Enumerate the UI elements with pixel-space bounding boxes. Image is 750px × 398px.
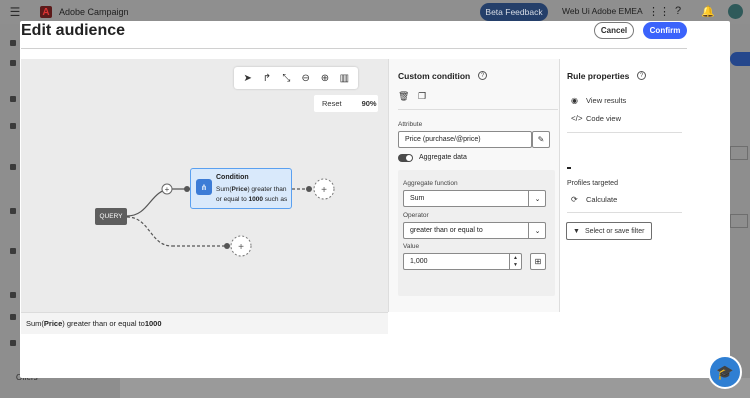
aggregate-data-label: Aggregate data [419, 154, 467, 161]
duplicate-icon[interactable]: ❐ [418, 91, 426, 102]
chevron-down-icon[interactable]: ⌄ [528, 222, 546, 239]
adobe-logo: A [40, 6, 52, 18]
calculate-link[interactable]: ⟳ Calculate [571, 195, 617, 204]
aggregate-function-label: Aggregate function [403, 180, 458, 187]
zoom-in-icon[interactable]: ⊕ [317, 70, 333, 86]
hamburger-menu-icon[interactable]: ☰ [6, 3, 24, 21]
rule-properties-title: Rule properties [567, 71, 630, 81]
help-circle-icon[interactable]: ? [637, 71, 646, 80]
apps-grid-icon[interactable]: ⋮⋮ [648, 5, 670, 18]
help-icon[interactable]: ? [675, 5, 681, 17]
custom-condition-title: Custom condition [398, 71, 471, 81]
zoom-out-icon[interactable]: ⊖ [298, 70, 314, 86]
confirm-button[interactable]: Confirm [643, 22, 687, 39]
rule-divider [567, 212, 682, 213]
org-switcher[interactable]: Web Ui Adobe EMEA [562, 6, 643, 16]
zoom-level: 90% [361, 99, 377, 108]
modal-title: Edit audience [21, 22, 126, 39]
query-node[interactable]: QUERY [95, 208, 127, 225]
canvas-toolbar: ➤ ↱ ⤡ ⊖ ⊕ ▥ [234, 67, 358, 89]
app-title: Adobe Campaign [59, 7, 129, 17]
profiles-targeted-label: Profiles targeted [567, 180, 618, 187]
help-circle-icon[interactable]: ? [478, 71, 487, 80]
profiles-count [567, 167, 571, 169]
chevron-down-icon[interactable]: ⌄ [528, 190, 546, 207]
collapse-icon[interactable]: ⤡ [278, 70, 294, 86]
select-or-save-filter-button[interactable]: ▼ Select or save filter [566, 222, 652, 240]
eye-icon: ◉ [571, 96, 578, 105]
attribute-field[interactable]: Price (purchase/@price) [398, 131, 532, 148]
background-right-edge [730, 52, 750, 392]
condition-node[interactable]: ⋔ Condition Sum(Price) greater than or e… [190, 168, 292, 209]
header-divider [21, 48, 687, 49]
zoom-control: Reset 90% [314, 95, 378, 112]
refresh-icon: ⟳ [571, 195, 578, 204]
edit-attribute-icon[interactable]: ✎ [532, 131, 550, 148]
aggregate-function-select[interactable]: Sum [403, 190, 546, 207]
value-label: Value [403, 243, 420, 250]
panel-divider [398, 109, 558, 110]
code-view-link[interactable]: </> Code view [571, 114, 621, 123]
minimap-icon[interactable]: ▥ [336, 70, 352, 86]
value-input[interactable]: 1,000 [403, 253, 522, 270]
aggregate-data-toggle[interactable] [398, 154, 413, 162]
operator-select[interactable]: greater than or equal to [403, 222, 546, 239]
bell-icon[interactable]: 🔔 [701, 5, 715, 18]
query-summary: Sum(Price) greater than or equal to 1000 [21, 312, 388, 334]
cancel-button[interactable]: Cancel [594, 22, 634, 39]
trash-icon[interactable]: 🗑 [398, 91, 409, 102]
view-results-link[interactable]: ◉ View results [571, 96, 626, 105]
background-bottom-strip [0, 378, 750, 398]
attribute-label: Attribute [398, 121, 423, 128]
learn-graduation-cap-icon[interactable]: 🎓 [708, 355, 742, 389]
pointer-icon[interactable]: ➤ [240, 70, 256, 86]
code-icon: </> [571, 114, 583, 123]
share-icon: ⋔ [196, 179, 212, 195]
reorganize-icon[interactable]: ↱ [259, 70, 275, 86]
avatar[interactable] [728, 4, 743, 19]
beta-feedback-button[interactable]: Beta Feedback [480, 3, 548, 21]
condition-description: Sum(Price) greater than or equal to 1000… [216, 186, 288, 203]
condition-title: Condition [216, 174, 249, 181]
value-stepper[interactable]: ▲ ▼ [509, 253, 521, 270]
value-picker-icon[interactable]: ⊞ [530, 253, 546, 270]
rule-divider [567, 132, 682, 133]
operator-label: Operator [403, 212, 429, 219]
left-nav-rail [0, 24, 20, 398]
reset-button[interactable]: Reset [322, 99, 342, 108]
filter-icon: ▼ [573, 227, 580, 235]
